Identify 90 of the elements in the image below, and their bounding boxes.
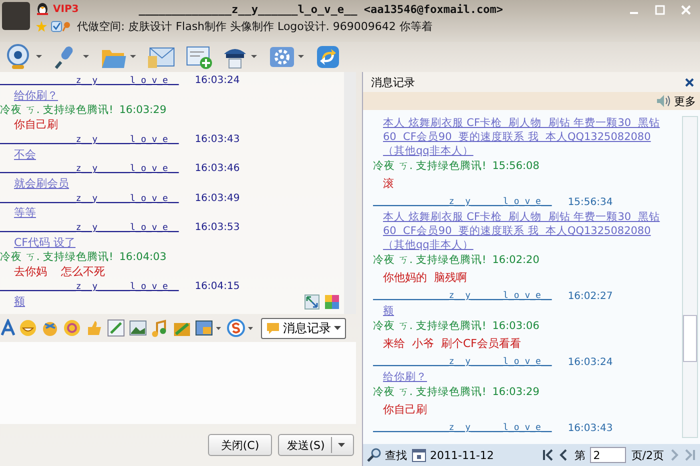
close-button[interactable]: 关闭(C) — [208, 434, 272, 456]
expand-icon[interactable] — [304, 294, 320, 310]
sender-name: ______________z__y______l_o_v_e__ — [373, 290, 552, 303]
message-time: 16:04:15 — [194, 280, 240, 294]
message-text: 你自己刷 — [383, 402, 427, 418]
penguin-icon — [36, 2, 49, 16]
palette-icon[interactable] — [324, 294, 340, 310]
message-time: 16:03:43 — [568, 422, 613, 436]
calendar-icon — [412, 448, 426, 462]
message-time: 16:03:43 — [194, 132, 240, 147]
screenshot-icon[interactable] — [195, 319, 223, 337]
next-page-icon[interactable] — [669, 449, 679, 461]
sender-name: ______________z__y______l_o_v_e__ — [373, 356, 552, 369]
previous-page-icon[interactable] — [559, 449, 570, 461]
font-icon[interactable] — [1, 319, 15, 337]
status-icon — [51, 21, 73, 32]
find-button[interactable]: 查找 — [367, 448, 407, 462]
date-picker[interactable]: 2011-11-12 — [412, 448, 494, 462]
sender-name: 冷夜 ㄎ. 支持绿色腾讯! — [373, 159, 486, 174]
message-text: 你他妈的 脑残啊 — [383, 270, 467, 286]
caret-icon — [334, 326, 341, 330]
message-time: 16:04:03 — [119, 250, 166, 266]
sender-name: ______________z__y______l_o_v_e__ — [0, 222, 179, 236]
message-text: 本人 炫舞刷衣服 CF卡枪 刷人物 刷钻 年费一颗30 黑钻60 CF会员90 要的速度联系 我 本人QQ1325082080（其他qq非本人） — [383, 116, 661, 158]
last-page-icon[interactable] — [684, 449, 696, 461]
avatar — [2, 2, 30, 30]
message-time: 16:03:24 — [194, 74, 240, 88]
message-time: 16:03:46 — [194, 162, 240, 176]
message-time: 15:56:34 — [568, 196, 613, 210]
page-number-field[interactable]: 2 — [590, 447, 626, 463]
message-text: 额 — [14, 294, 25, 310]
vip-label: VIP3 — [53, 4, 79, 14]
sender-name: ______________z__y______l_o_v_e__ — [0, 280, 179, 294]
message-time: 16:03:06 — [492, 319, 540, 334]
message-text: 滚 — [383, 176, 394, 192]
speaker-icon — [656, 94, 672, 108]
close-icon[interactable] — [685, 78, 694, 86]
page-count-label: 页/2页 — [631, 448, 664, 462]
smiley-icon[interactable] — [19, 319, 37, 337]
message-text: 等等 — [14, 206, 36, 222]
maximize-icon[interactable] — [654, 4, 666, 16]
message-time: 15:56:08 — [492, 159, 540, 174]
speech-bubble-icon — [266, 321, 280, 335]
message-time: 16:03:29 — [492, 385, 540, 400]
music-note-icon[interactable] — [151, 319, 169, 337]
message-text: 就会刷会员 — [14, 176, 69, 192]
first-page-icon[interactable] — [542, 449, 554, 461]
more-button[interactable]: 更多 — [656, 94, 696, 108]
add-window-icon[interactable] — [184, 44, 214, 70]
message-text: 去你妈 怎么不死 — [14, 265, 105, 280]
emoticon-icon[interactable] — [41, 319, 59, 337]
star-icon — [36, 21, 47, 32]
message-time: 16:03:24 — [568, 356, 613, 370]
sender-name: 冷夜 ㄎ. 支持绿色腾讯! — [373, 385, 486, 400]
caret-icon — [338, 442, 345, 448]
sender-name: ______________z__y______l_o_v_e__ — [0, 192, 179, 206]
sender-name: ______________z__y______l_o_v_e__ — [0, 75, 179, 88]
send-button[interactable]: 发送(S) — [278, 434, 354, 456]
sender-name: 冷夜 ㄎ. 支持绿色腾讯! — [373, 319, 486, 334]
message-history-button[interactable]: 消息记录 — [261, 318, 346, 338]
panel-title: 消息记录 — [371, 74, 415, 90]
message-text: 不会 — [14, 148, 36, 162]
page-label: 第 — [574, 448, 586, 462]
search-icon — [367, 448, 381, 462]
sender-name: 冷夜 ㄎ. 支持绿色腾讯! — [373, 253, 486, 268]
message-text: 本人 炫舞刷衣服 CF卡枪 刷人物 刷钻 年费一颗30 黑钻60 CF会员90 要的速度联系 我 本人QQ1325082080（其他qq非本人） — [383, 210, 661, 252]
image-icon[interactable] — [129, 319, 147, 337]
message-time: 16:02:20 — [492, 253, 540, 268]
sender-name: ______________z__y______l_o_v_e__ — [0, 134, 179, 147]
message-time: 16:03:29 — [119, 103, 166, 118]
message-time: 16:02:27 — [568, 290, 613, 304]
message-text: 给你刷？ — [14, 88, 58, 104]
pencil-icon[interactable] — [107, 319, 125, 337]
message-text: CF代码 设了 — [14, 236, 76, 250]
signature-text: 代做空间: 皮肤设计 Flash制作 头像制作 Logo设计. 969009642 你等着 — [77, 19, 432, 34]
contact-name: ______________z__y______l_o_v_e__ <aa13546@foxmail.com> — [138, 2, 503, 16]
message-text: 来给 小爷 刷个CF会员看看 — [383, 336, 521, 352]
thumb-icon[interactable] — [85, 319, 103, 337]
s-circle-icon[interactable] — [227, 319, 255, 337]
sender-name: ______________z__y______l_o_v_e__ — [373, 422, 552, 435]
scrollbar[interactable] — [682, 116, 698, 438]
message-text: 额 — [383, 304, 394, 318]
sender-name: 冷夜 ㄎ. 支持绿色腾讯! — [0, 103, 114, 118]
message-time: 16:03:53 — [194, 221, 240, 236]
message-text: 给你刷？ — [383, 370, 427, 384]
sender-name: ______________z__y______l_o_v_e__ — [0, 163, 179, 176]
sender-name: 冷夜 ㄎ. 支持绿色腾讯! — [0, 250, 114, 266]
message-time: 16:03:49 — [194, 192, 240, 206]
sender-name: ______________z__y______l_o_v_e__ — [373, 196, 552, 209]
message-text: 你自己刷 — [14, 118, 58, 133]
